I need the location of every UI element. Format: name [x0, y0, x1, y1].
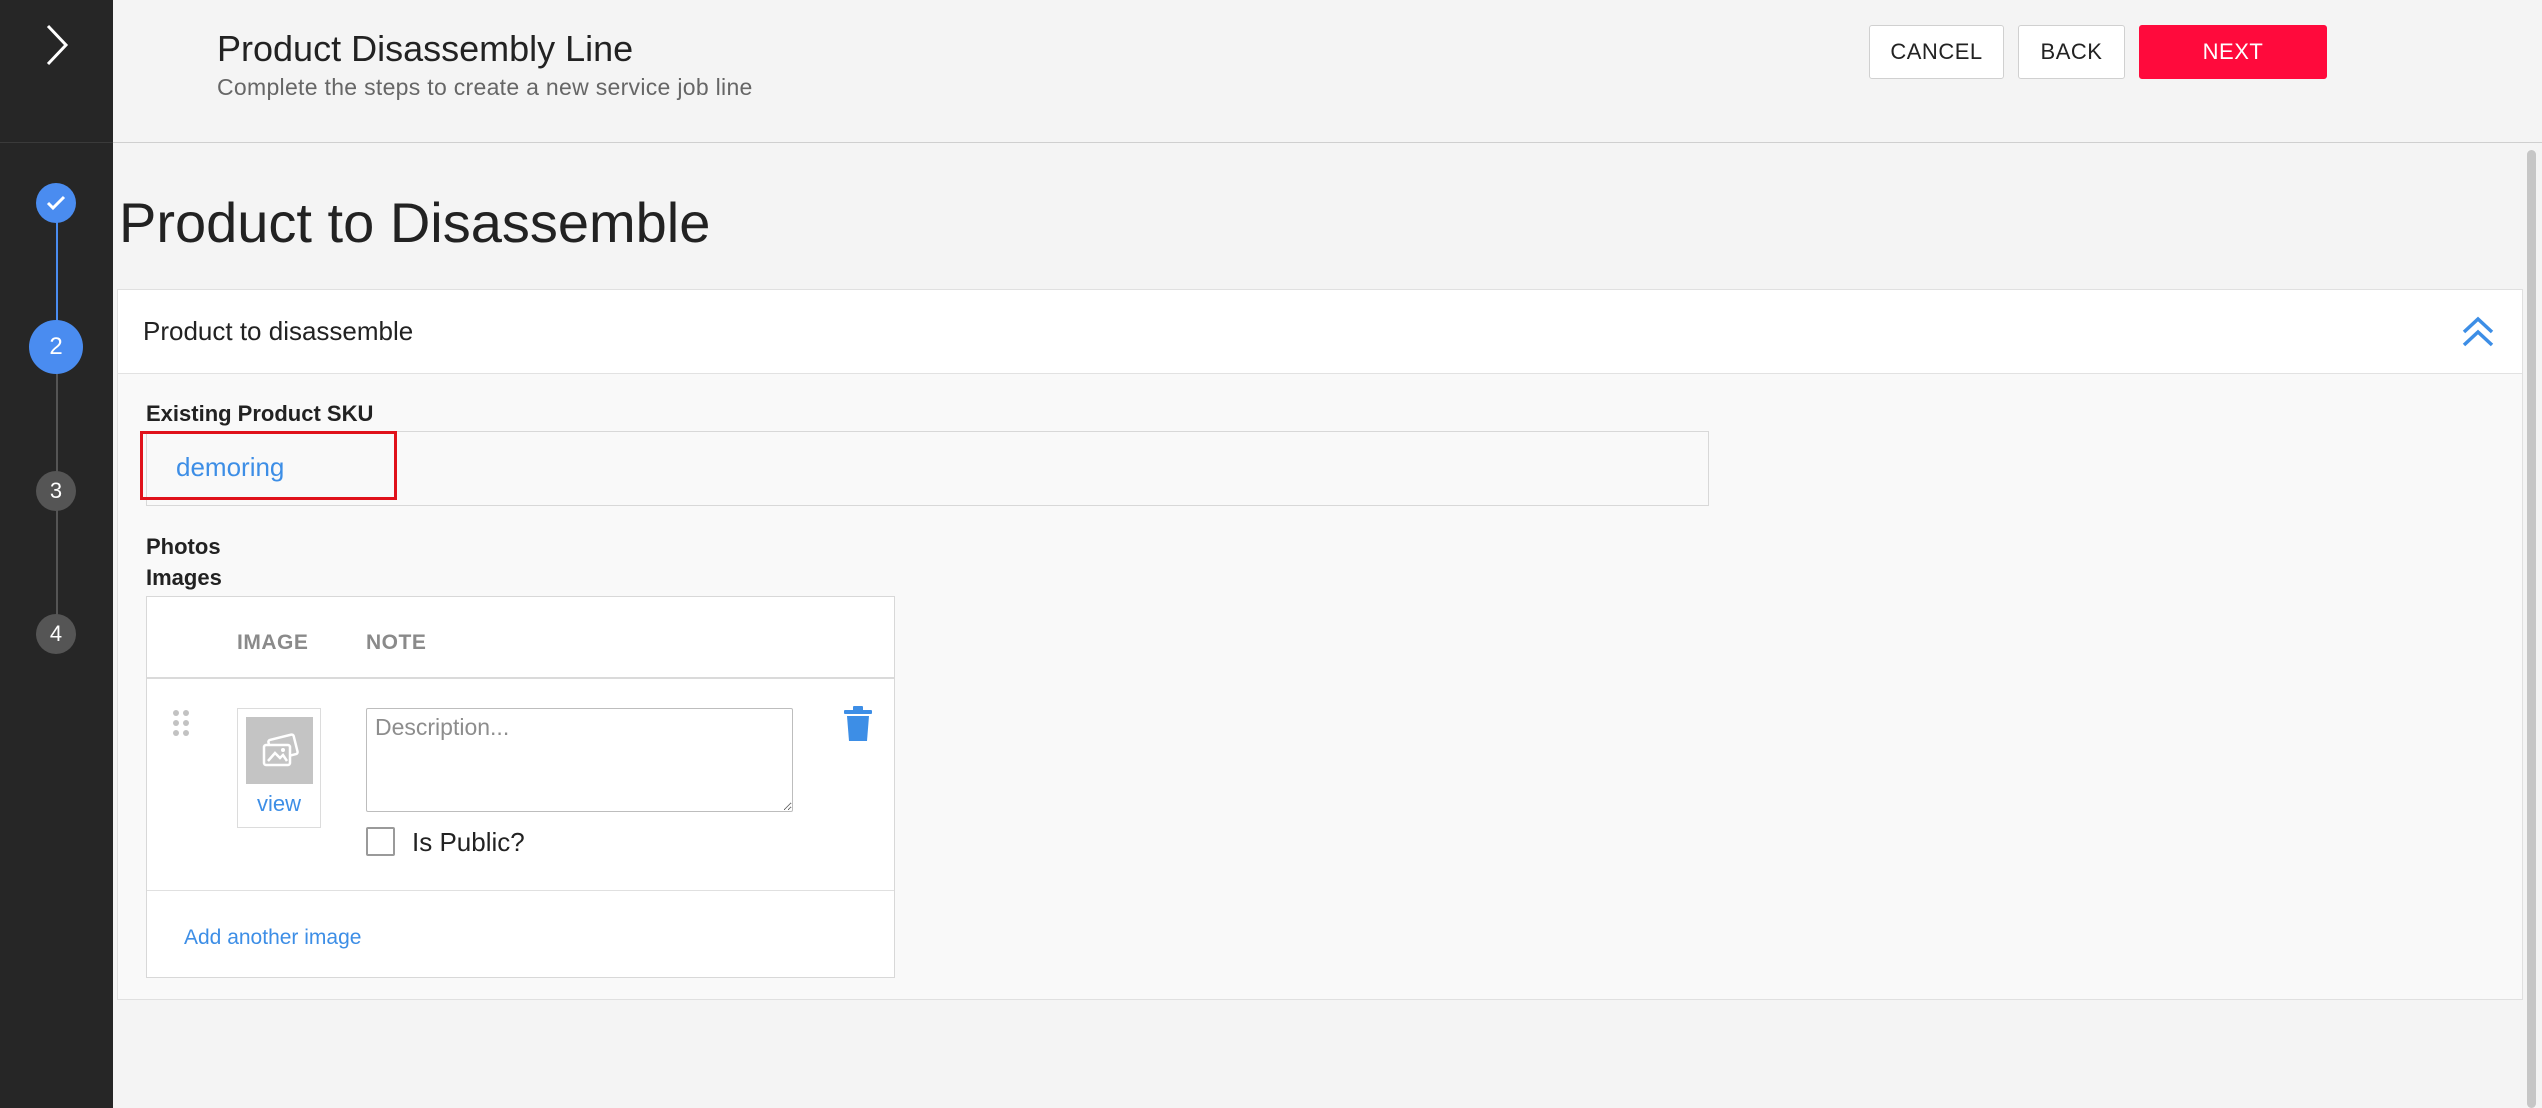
step-3[interactable]: 3	[36, 471, 76, 511]
row-divider	[147, 890, 894, 891]
trash-icon[interactable]	[841, 704, 875, 744]
step-1-complete[interactable]	[36, 183, 76, 223]
collapse-button[interactable]	[2458, 312, 2498, 352]
step-4[interactable]: 4	[36, 614, 76, 654]
sku-field[interactable]	[146, 431, 1709, 506]
photos-label: Photos	[146, 534, 221, 559]
view-image-link[interactable]: view	[238, 791, 320, 817]
is-public-checkbox[interactable]	[366, 827, 395, 856]
panel-header[interactable]: Product to disassemble	[118, 290, 2522, 374]
check-icon	[46, 195, 66, 211]
sku-value-link[interactable]: demoring	[176, 452, 284, 483]
double-chevron-up-icon	[2462, 316, 2494, 346]
photo-placeholder-icon	[246, 717, 313, 784]
image-description-input[interactable]	[366, 708, 793, 812]
step-2-active[interactable]: 2	[29, 320, 83, 374]
drag-handle-icon[interactable]	[171, 709, 191, 737]
page-title: Product to Disassemble	[119, 191, 711, 254]
rail-header	[0, 0, 113, 143]
column-header-note: NOTE	[366, 631, 427, 654]
add-another-image-link[interactable]: Add another image	[184, 926, 361, 950]
image-thumbnail[interactable]: view	[237, 708, 321, 828]
cancel-button[interactable]: CANCEL	[1869, 25, 2004, 79]
scrollbar-thumb[interactable]	[2527, 150, 2536, 1108]
step-connector-3	[56, 493, 58, 633]
panel-title: Product to disassemble	[143, 316, 414, 346]
header-title: Product Disassembly Line	[217, 28, 634, 69]
product-panel: Product to disassemble Existing Product …	[117, 289, 2523, 1000]
back-button[interactable]: BACK	[2018, 25, 2125, 79]
images-table: IMAGE NOTE view Is Public?	[146, 596, 895, 978]
next-button[interactable]: NEXT	[2139, 25, 2327, 79]
header-subtitle: Complete the steps to create a new servi…	[217, 74, 753, 100]
images-label: Images	[146, 565, 222, 590]
header-divider	[147, 677, 894, 679]
is-public-label: Is Public?	[412, 827, 525, 857]
column-header-image: IMAGE	[237, 631, 309, 654]
sku-label: Existing Product SKU	[146, 401, 374, 426]
expand-sidebar-button[interactable]	[37, 20, 77, 70]
chevron-right-icon	[46, 24, 68, 66]
left-rail: 2 3 4	[0, 0, 113, 1108]
